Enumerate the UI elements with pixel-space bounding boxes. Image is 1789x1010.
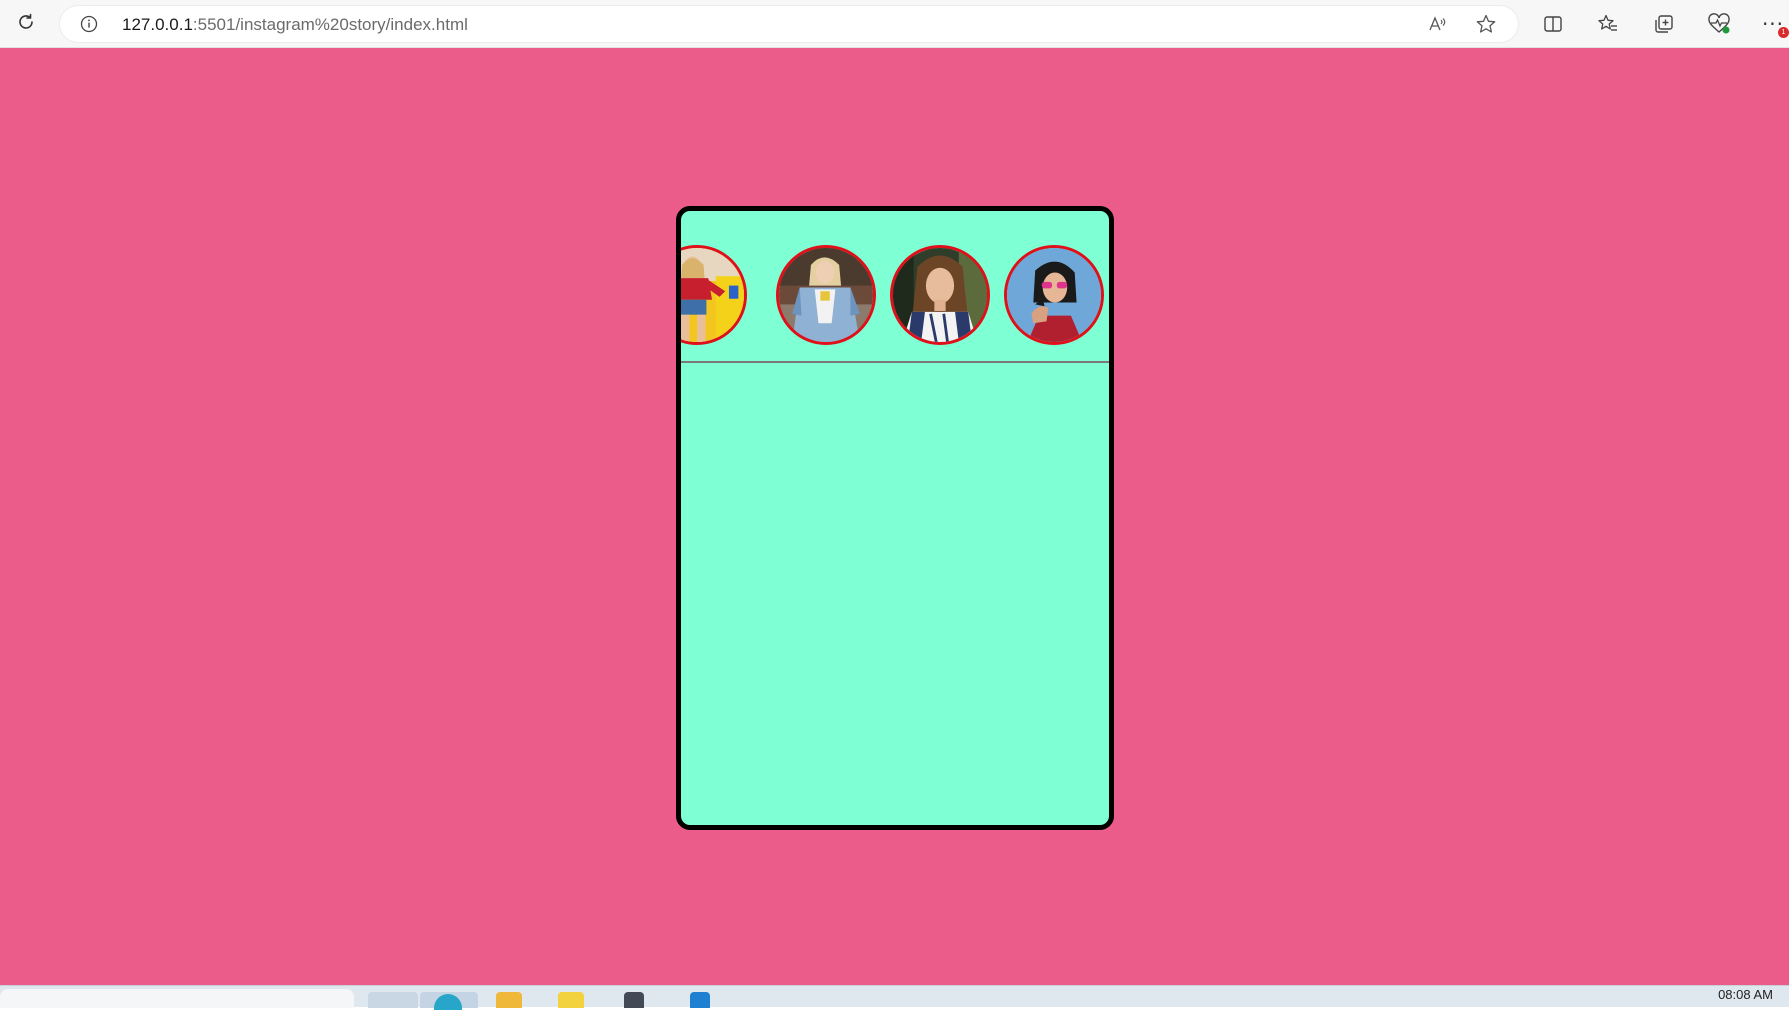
url-path: :5501/instagram%20story/index.html (192, 15, 468, 34)
favorites-icon[interactable] (1594, 10, 1622, 38)
url-text[interactable]: 127.0.0.1:5501/instagram%20story/index.h… (122, 15, 468, 35)
info-icon[interactable] (80, 15, 98, 33)
taskbar-app-sticky[interactable] (558, 992, 584, 1008)
story-avatar-3[interactable] (890, 245, 990, 345)
story-photo-4 (1007, 248, 1101, 342)
taskbar-search[interactable] (0, 989, 354, 1008)
heart-pulse-icon[interactable] (1705, 10, 1733, 38)
page-viewport (0, 48, 1789, 985)
stories-row[interactable] (681, 211, 1109, 363)
reload-icon (15, 11, 37, 38)
star-icon[interactable] (1475, 13, 1497, 35)
taskbar-clock[interactable]: 08:08 AM (1718, 987, 1773, 1002)
more-button[interactable]: ··· 1 (1761, 10, 1789, 38)
taskbar-app-github[interactable] (624, 992, 644, 1008)
taskbar-app-edge[interactable] (420, 992, 478, 1010)
taskbar-app-widgets[interactable] (368, 992, 418, 1008)
edge-icon (434, 994, 462, 1010)
story-photo-1 (681, 248, 744, 342)
os-taskbar: 08:08 AM (0, 985, 1789, 1010)
story-card (676, 206, 1114, 830)
story-avatar-1[interactable] (681, 245, 747, 345)
taskbar-app-explorer[interactable] (496, 992, 522, 1008)
browser-toolbar: 127.0.0.1:5501/instagram%20story/index.h… (0, 0, 1789, 48)
address-bar[interactable]: 127.0.0.1:5501/instagram%20story/index.h… (60, 6, 1518, 42)
reload-button[interactable] (12, 10, 40, 38)
story-avatar-2[interactable] (776, 245, 876, 345)
story-avatar-4[interactable] (1004, 245, 1104, 345)
url-host: 127.0.0.1 (122, 15, 193, 34)
read-aloud-icon[interactable] (1426, 13, 1448, 35)
story-photo-2 (779, 248, 873, 342)
split-screen-icon[interactable] (1539, 10, 1567, 38)
collections-icon[interactable] (1650, 10, 1678, 38)
notification-badge: 1 (1778, 27, 1789, 38)
story-photo-3 (893, 248, 987, 342)
taskbar-app-vscode[interactable] (690, 992, 710, 1008)
